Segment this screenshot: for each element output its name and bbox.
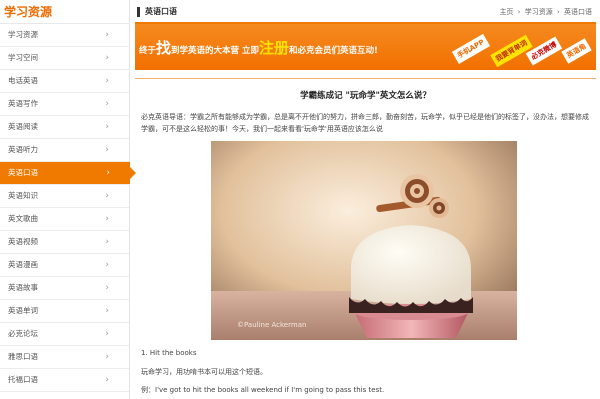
sidebar-item[interactable]: 英语视频 › bbox=[0, 231, 129, 254]
chevron-right-icon: › bbox=[105, 53, 109, 63]
breadcrumb: 主页 › 学习资源 › 英语口语 bbox=[497, 7, 592, 17]
vocab-tag[interactable]: 我要背单词 bbox=[490, 34, 533, 68]
app-tag[interactable]: 手机APP bbox=[451, 34, 490, 64]
banner-register-word: 注册 bbox=[259, 39, 290, 57]
chevron-right-icon: › bbox=[105, 306, 109, 316]
sidebar-item-label: 英语阅读 bbox=[8, 122, 38, 131]
breadcrumb-resources[interactable]: 学习资源 bbox=[525, 8, 553, 16]
title-marker bbox=[137, 7, 140, 17]
example-label: 例： bbox=[141, 386, 155, 394]
sidebar-item[interactable]: 英文歌曲 › bbox=[0, 208, 129, 231]
section-title: 英语口语 bbox=[145, 7, 177, 16]
banner-text-part: 和必克会员们英语互动! bbox=[289, 46, 378, 56]
article-intro: 必克英语导语：学霸之所有能够成为学霸，总是离不开他们的努力，拼命三郎，勤奋刻苦，… bbox=[141, 113, 589, 133]
cupcake-photo: ©Pauline Ackerman bbox=[211, 141, 517, 340]
sidebar-item[interactable]: 托福口语 › bbox=[0, 369, 129, 392]
sidebar-item[interactable]: 电话英语 › bbox=[0, 70, 129, 93]
sidebar-item-label: 英语故事 bbox=[8, 283, 38, 292]
banner-text-part: 终于 bbox=[139, 46, 157, 56]
sidebar-item-label: 英文歌曲 bbox=[8, 214, 38, 223]
chevron-right-icon: › bbox=[105, 191, 109, 201]
sidebar-item[interactable]: 雅思口语 › bbox=[0, 346, 129, 369]
chevron-right-icon: › bbox=[105, 329, 109, 339]
sidebar-item-label: 托福口语 bbox=[8, 375, 38, 384]
chevron-right-icon: › bbox=[106, 168, 110, 178]
sidebar-item[interactable]: 英语单词 › bbox=[0, 300, 129, 323]
example-heading: 1. Hit the books bbox=[141, 349, 197, 357]
cupcake-illustration: ©Pauline Ackerman bbox=[211, 141, 517, 340]
article-title: 学霸练成记 "玩命学"英文怎么说？ bbox=[300, 91, 431, 101]
sidebar-item[interactable]: 学习空间 › bbox=[0, 47, 129, 70]
sidebar-title: 学习资源 bbox=[0, 0, 129, 24]
chevron-right-icon: › bbox=[105, 76, 109, 86]
sidebar-item-label: 英语口语 bbox=[8, 168, 38, 177]
chevron-right-icon: › bbox=[105, 122, 109, 132]
sidebar-item-label: 英语单词 bbox=[8, 306, 38, 315]
photo-watermark: ©Pauline Ackerman bbox=[237, 321, 306, 329]
sidebar-item[interactable]: 英语听力 › bbox=[0, 139, 129, 162]
sidebar-list: 学习资源 › 学习空间 › 电话英语 › 英语写作 › 英语阅读 › 英语听力 › 英语口语 › 英语知识 ›… bbox=[0, 24, 136, 399]
sidebar-item[interactable]: 英语漫画 › bbox=[0, 254, 129, 277]
example-sentence: I've got to hit the books all weekend if… bbox=[155, 386, 385, 394]
breadcrumb-separator: › bbox=[517, 8, 521, 16]
chevron-right-icon: › bbox=[105, 352, 109, 362]
example-description: 玩命学习，用功啃书本可以用这个短语。 bbox=[141, 368, 267, 376]
sidebar-item-label: 电话英语 bbox=[8, 76, 38, 85]
sidebar-item-label: 英语视频 bbox=[8, 237, 38, 246]
sidebar-item-label: 学习空间 bbox=[8, 53, 38, 62]
chevron-right-icon: › bbox=[105, 145, 109, 155]
weibo-tag[interactable]: 必克微博 bbox=[525, 36, 563, 66]
sidebar-item-label: 英语听力 bbox=[8, 145, 38, 154]
breadcrumb-home[interactable]: 主页 bbox=[499, 8, 513, 16]
sidebar-item-label: 学习资源 bbox=[8, 30, 38, 39]
main-content: 英语口语 主页 › 学习资源 › 英语口语 终于找到学英语的大本营 立即注册和必… bbox=[135, 0, 596, 399]
example-sentence-row: 例：I've got to hit the books all weekend … bbox=[141, 385, 384, 395]
sidebar-item-label: 英语写作 bbox=[8, 99, 38, 108]
sidebar-item[interactable]: 必克论坛 › bbox=[0, 323, 129, 346]
article: 学霸练成记 "玩命学"英文怎么说？ 必克英语导语：学霸之所有能够成为学霸，总是离… bbox=[135, 78, 596, 399]
breadcrumb-separator: › bbox=[556, 8, 560, 16]
sidebar-item[interactable]: 英语故事 › bbox=[0, 277, 129, 300]
chevron-right-icon: › bbox=[105, 260, 109, 270]
section-header: 英语口语 主页 › 学习资源 › 英语口语 bbox=[135, 0, 596, 24]
banner-highlight: 找 bbox=[156, 39, 172, 57]
chevron-right-icon: › bbox=[105, 30, 109, 40]
chevron-right-icon: › bbox=[105, 99, 109, 109]
sidebar-item-label: 必克论坛 bbox=[8, 329, 38, 338]
chevron-right-icon: › bbox=[105, 392, 109, 399]
sidebar-item[interactable]: 英语写作 › bbox=[0, 93, 129, 116]
sidebar-item[interactable]: 英语阅读 › bbox=[0, 116, 129, 139]
sidebar-item[interactable]: 英语知识 › bbox=[0, 185, 129, 208]
sidebar-item[interactable]: 英语口语 › bbox=[0, 162, 136, 185]
sidebar-item-label: 英语漫画 bbox=[8, 260, 38, 269]
sidebar-item[interactable]: 学习资源 › bbox=[0, 24, 129, 47]
sidebar-item[interactable]: BEC口语› bbox=[0, 392, 129, 399]
breadcrumb-current[interactable]: 英语口语 bbox=[564, 8, 592, 16]
chevron-right-icon: › bbox=[105, 375, 109, 385]
chevron-right-icon: › bbox=[105, 237, 109, 247]
sidebar: 学习资源 学习资源 › 学习空间 › 电话英语 › 英语写作 › 英语阅读 › 英语听力 › 英语口语 ›… bbox=[0, 0, 136, 399]
register-banner[interactable]: 终于找到学英语的大本营 立即注册和必克会员们英语互动! 手机APP 我要背单词 … bbox=[135, 24, 596, 70]
sidebar-item-label: 雅思口语 bbox=[8, 352, 38, 361]
chevron-right-icon: › bbox=[105, 214, 109, 224]
english-corner-tag[interactable]: 英语角 bbox=[561, 38, 592, 64]
sidebar-item-label: 英语知识 bbox=[8, 191, 38, 200]
banner-slogan: 终于找到学英语的大本营 立即注册和必克会员们英语互动! bbox=[139, 37, 378, 58]
chevron-right-icon: › bbox=[105, 283, 109, 293]
banner-text-part: 到学英语的大本营 立即 bbox=[171, 46, 259, 56]
